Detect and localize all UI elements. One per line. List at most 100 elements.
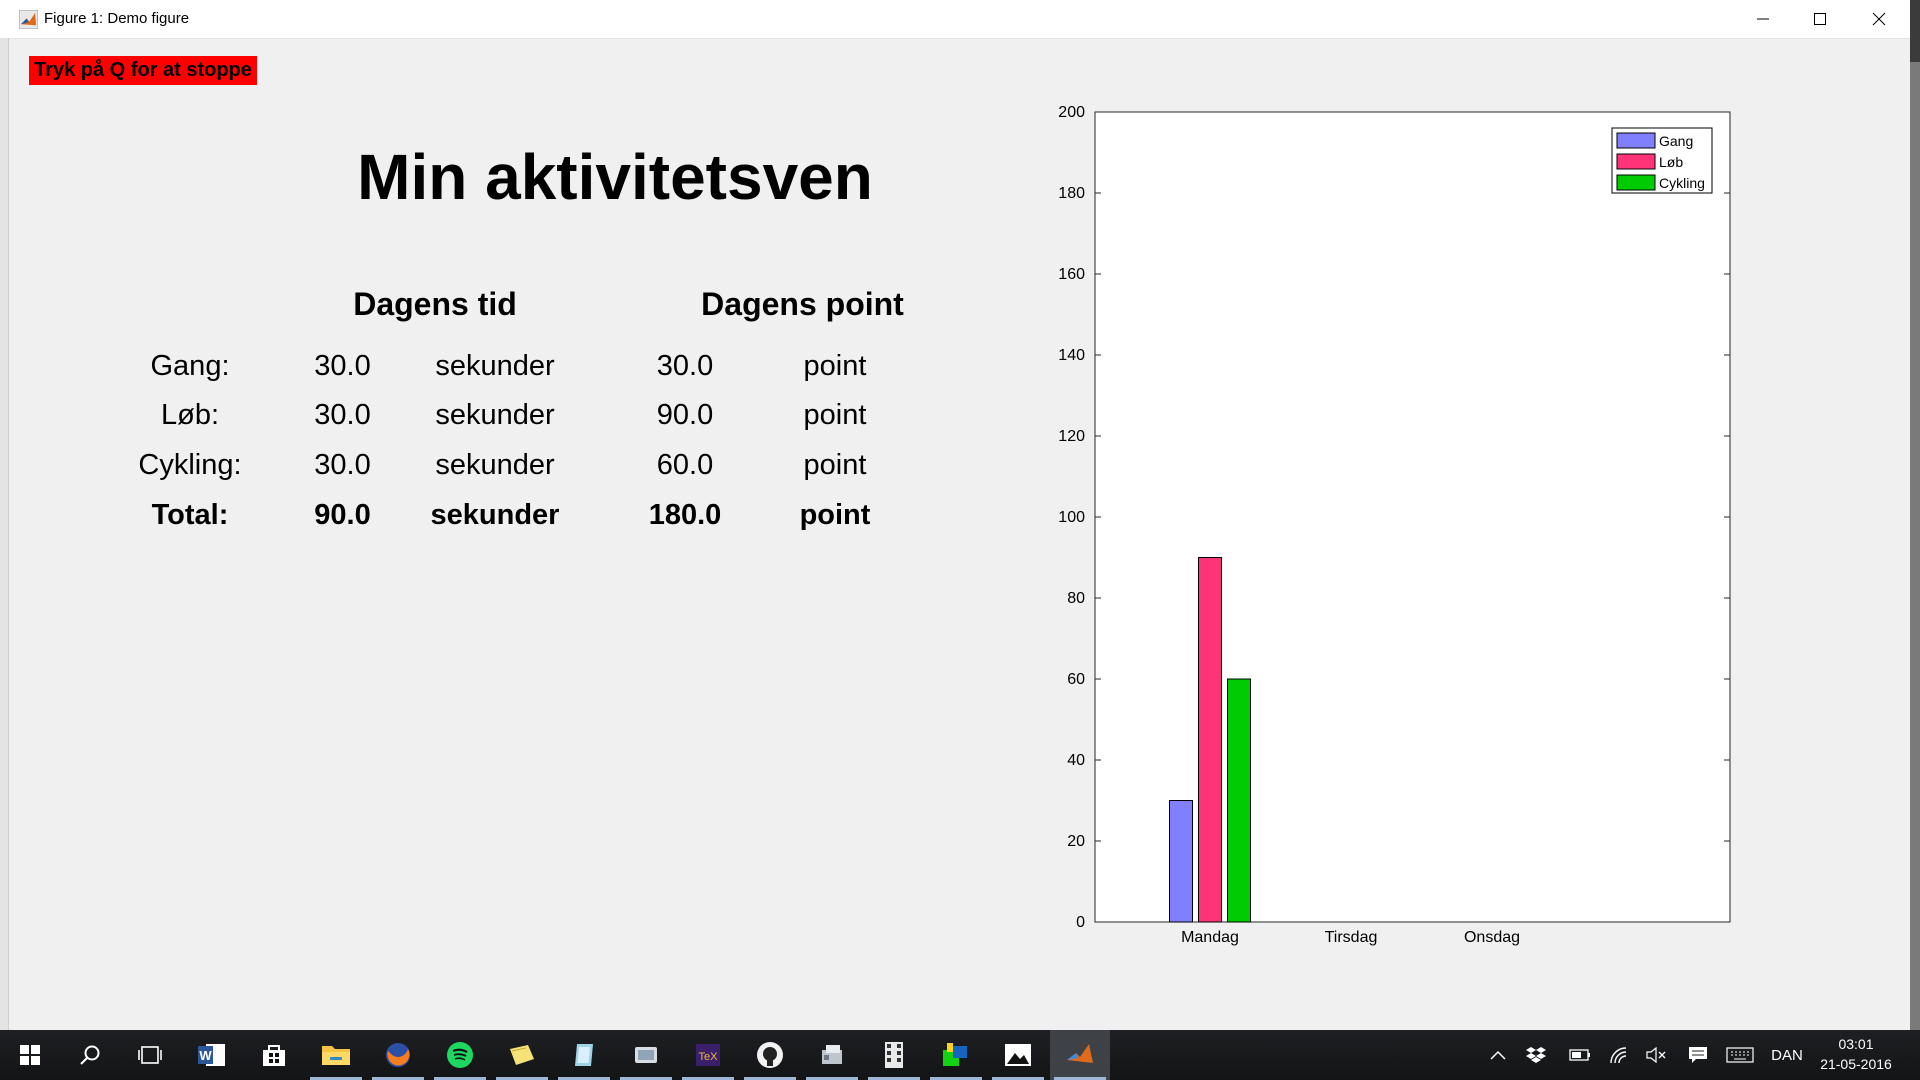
taskbar-texmaker[interactable]: TeX	[678, 1030, 738, 1080]
word-icon: W	[198, 1044, 225, 1066]
legend-swatch	[1616, 153, 1656, 170]
row-time-gang: 30.0	[314, 350, 371, 382]
close-button[interactable]	[1850, 0, 1908, 38]
row-points-gang: 30.0	[656, 350, 714, 382]
app-icon	[885, 1042, 903, 1068]
taskbar-clock[interactable]: 03:01 21-05-2016	[1808, 1034, 1904, 1074]
maximize-icon	[1814, 13, 1826, 25]
task-view-button[interactable]	[120, 1030, 180, 1080]
taskbar-app[interactable]	[802, 1030, 862, 1080]
activity-bar-chart: 0 20 40 60 80 100 120 140 160 180 200 Mandag Tirsda…	[1058, 104, 1731, 946]
x-tick-label: Onsdag	[1464, 929, 1520, 946]
legend-swatch	[1616, 174, 1656, 191]
y-tick-label: 60	[1067, 671, 1085, 688]
svg-text:W: W	[199, 1048, 212, 1063]
total-points-unit: point	[799, 499, 871, 531]
keyboard-icon	[1726, 1047, 1754, 1063]
wifi-icon	[1610, 1047, 1627, 1064]
file-explorer-icon	[322, 1046, 350, 1065]
row-points-unit: point	[803, 399, 867, 431]
chart-legend: Gang Løb Cykling	[1611, 127, 1713, 194]
legend-swatch	[1616, 132, 1656, 149]
svg-text:TeX: TeX	[699, 1051, 719, 1063]
bar-løb-mandag	[1198, 557, 1222, 923]
y-tick-label: 140	[1058, 347, 1085, 364]
y-tick-label: 160	[1058, 266, 1085, 283]
windows-logo-icon	[20, 1045, 40, 1065]
clock-date: 21-05-2016	[1820, 1056, 1892, 1072]
window-left-edge	[0, 38, 9, 1030]
taskbar-app[interactable]	[926, 1030, 986, 1080]
legend-label: Løb	[1659, 154, 1683, 170]
tray-battery[interactable]	[1562, 1030, 1598, 1080]
store-icon	[263, 1045, 285, 1066]
row-time-unit: sekunder	[435, 350, 555, 382]
start-button[interactable]	[0, 1030, 60, 1080]
y-tick-label: 120	[1058, 428, 1085, 445]
close-icon	[1872, 12, 1886, 26]
action-center-button[interactable]	[1678, 1030, 1718, 1080]
tray-dropbox[interactable]	[1518, 1030, 1554, 1080]
chevron-up-icon	[1490, 1050, 1506, 1060]
stop-hint-label: Tryk på Q for at stoppe	[29, 56, 257, 85]
x-tick-label: Tirsdag	[1325, 929, 1378, 946]
y-tick-label: 0	[1076, 914, 1085, 931]
notification-icon	[1689, 1047, 1707, 1063]
row-label-gang: Gang:	[150, 350, 230, 382]
x-axis: Mandag Tirsdag Onsdag	[1181, 929, 1520, 946]
taskbar: W TeX DAN	[0, 1030, 1920, 1080]
minimize-icon	[1757, 18, 1769, 20]
bar-cykling-mandag	[1227, 678, 1251, 923]
row-time-cykling: 30.0	[314, 449, 371, 481]
taskbar-sticky-notes[interactable]	[492, 1030, 552, 1080]
taskbar-app[interactable]	[616, 1030, 676, 1080]
dropbox-icon	[1526, 1047, 1546, 1063]
total-points: 180.0	[648, 499, 722, 531]
legend-label: Gang	[1659, 133, 1693, 149]
taskbar-github[interactable]	[740, 1030, 800, 1080]
app-icon	[575, 1044, 593, 1066]
taskbar-word[interactable]: W	[182, 1030, 242, 1080]
row-time-loeb: 30.0	[314, 399, 371, 431]
desktop-background-strip	[1910, 0, 1920, 62]
search-button[interactable]	[60, 1030, 120, 1080]
touch-keyboard-button[interactable]	[1722, 1030, 1758, 1080]
x-tick-label: Mandag	[1181, 929, 1239, 946]
row-label-cykling: Cykling:	[138, 449, 242, 481]
page-title: Min aktivitetsven	[357, 141, 873, 213]
tray-wifi[interactable]	[1602, 1030, 1638, 1080]
taskbar-photos[interactable]	[988, 1030, 1048, 1080]
minimize-button[interactable]	[1734, 0, 1792, 38]
photos-icon	[1005, 1044, 1031, 1066]
window-title-bar[interactable]: Figure 1: Demo figure	[0, 0, 1910, 39]
texmaker-icon: TeX	[696, 1044, 720, 1066]
language-indicator: DAN	[1771, 1046, 1803, 1064]
app-icon	[943, 1043, 967, 1066]
row-points-cykling: 60.0	[656, 449, 714, 481]
y-tick-label: 180	[1058, 185, 1085, 202]
taskbar-spotify[interactable]	[430, 1030, 490, 1080]
y-tick-label: 200	[1058, 104, 1085, 121]
desktop-background-strip	[1910, 0, 1920, 1030]
matlab-icon	[1067, 1044, 1093, 1063]
header-daily-time: Dagens tid	[353, 286, 517, 322]
total-time-unit: sekunder	[430, 499, 560, 531]
clock-time: 03:01	[1838, 1036, 1874, 1052]
tray-volume[interactable]	[1638, 1030, 1674, 1080]
taskbar-firefox[interactable]	[368, 1030, 428, 1080]
search-icon	[80, 1045, 100, 1065]
total-label: Total:	[151, 499, 229, 531]
sticky-notes-icon	[510, 1045, 534, 1065]
show-hidden-icons-button[interactable]	[1480, 1030, 1516, 1080]
volume-muted-icon	[1646, 1047, 1666, 1063]
y-tick-label: 80	[1067, 590, 1085, 607]
taskbar-matlab[interactable]	[1050, 1030, 1110, 1080]
spotify-icon	[447, 1042, 473, 1068]
taskbar-app[interactable]	[554, 1030, 614, 1080]
maximize-button[interactable]	[1791, 0, 1849, 38]
taskbar-app[interactable]	[864, 1030, 924, 1080]
taskbar-store[interactable]	[244, 1030, 304, 1080]
input-language-button[interactable]: DAN	[1762, 1030, 1812, 1080]
battery-icon	[1569, 1049, 1590, 1061]
taskbar-file-explorer[interactable]	[306, 1030, 366, 1080]
